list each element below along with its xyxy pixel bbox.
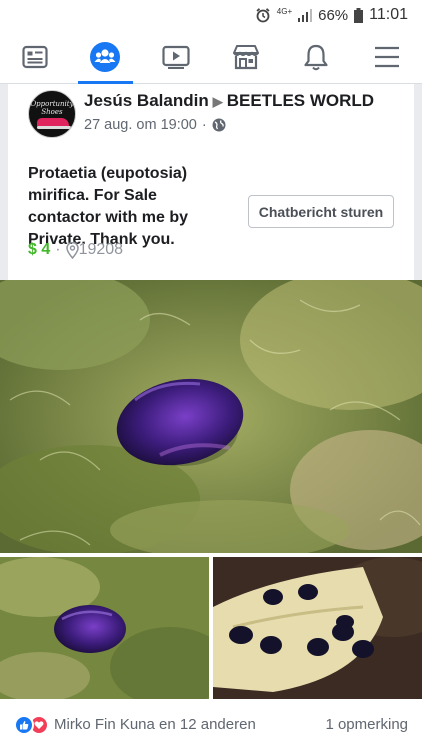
network-type: 4G+ (276, 7, 293, 16)
tab-groups[interactable] (70, 30, 140, 84)
listing-photo-main[interactable] (0, 280, 422, 553)
separator-dot: · (55, 241, 61, 258)
feed-gutter-right (414, 84, 422, 280)
post-author-line: Jesús Balandin ▶ BEETLES WORLD (84, 91, 374, 111)
tab-menu[interactable] (352, 30, 422, 83)
alarm-icon (255, 7, 271, 23)
marketplace-icon (233, 44, 260, 69)
status-bar: 4G+ 66% 11:01 (0, 0, 422, 30)
battery-icon (354, 7, 364, 23)
tab-watch[interactable] (141, 30, 211, 83)
listing-price-line: $ 4 · 19208 (28, 241, 123, 259)
tab-notifications[interactable] (281, 30, 351, 83)
author-name[interactable]: Jesús Balandin (84, 91, 209, 110)
notifications-bell-icon (304, 44, 329, 70)
clock: 11:01 (369, 6, 408, 23)
post-card: Opportunity Shoes Jesús Balandin ▶ BEETLES … (8, 84, 414, 280)
watch-icon (162, 45, 190, 69)
listing-zip: 19208 (78, 241, 124, 258)
send-message-button[interactable]: Chatbericht sturen (248, 195, 394, 228)
location-pin-icon (65, 241, 79, 259)
reaction-icons[interactable] (14, 714, 49, 735)
arrow-right-icon: ▶ (212, 94, 223, 109)
tab-news-feed[interactable] (0, 30, 70, 83)
post-meta: 27 aug. om 19:00 · (84, 117, 226, 133)
groups-icon (90, 41, 121, 72)
battery-percent: 66% (318, 6, 349, 24)
post-footer: Mirko Fin Kuna en 12 anderen 1 opmerking (0, 699, 422, 750)
like-reaction-icon (14, 714, 34, 735)
post-date[interactable]: 27 aug. om 19:00 (84, 117, 197, 133)
globe-icon (212, 118, 226, 132)
news-feed-icon (22, 45, 48, 68)
separator-dot: · (201, 117, 207, 133)
comments-count[interactable]: 1 opmerking (325, 716, 408, 733)
listing-photo-3[interactable] (213, 557, 422, 699)
shoe-sole (37, 126, 71, 129)
signal-icon (298, 8, 313, 22)
tab-marketplace[interactable] (211, 30, 281, 83)
group-name[interactable]: BEETLES WORLD (227, 91, 374, 110)
reactions-summary[interactable]: Mirko Fin Kuna en 12 anderen (54, 716, 256, 733)
avatar-logo: Opportunity Shoes (30, 100, 74, 116)
listing-location: 19208 (65, 241, 124, 259)
listing-title: Protaetia (eupotosia) mirifica. For Sale… (28, 165, 189, 248)
listing-price: $ 4 (28, 241, 51, 258)
top-navigation (0, 30, 422, 84)
avatar[interactable]: Opportunity Shoes (28, 90, 76, 138)
listing-photo-2[interactable] (0, 557, 209, 699)
menu-icon (374, 46, 399, 67)
feed-gutter-left (0, 84, 8, 280)
